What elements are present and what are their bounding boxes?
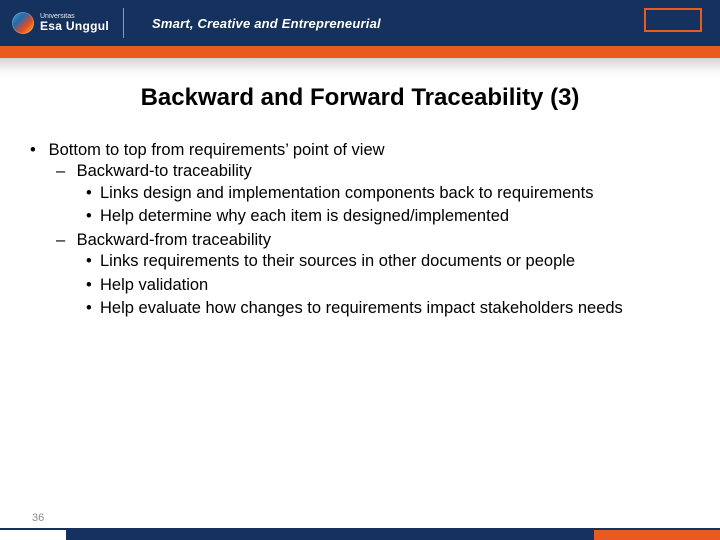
- bullet-l3-text: Links requirements to their sources in o…: [100, 252, 575, 270]
- logo-name-label: Esa Unggul: [40, 20, 109, 33]
- logo-text: Universitas Esa Unggul: [40, 13, 109, 33]
- slide-footer: [0, 528, 720, 540]
- page-number: 36: [32, 512, 44, 524]
- bullet-l3: Help evaluate how changes to requirement…: [100, 298, 696, 319]
- footer-bar-left: [0, 530, 66, 540]
- bullet-l3: Help determine why each item is designed…: [100, 206, 696, 227]
- header-shadow: [0, 58, 720, 78]
- bullet-l3-text: Help evaluate how changes to requirement…: [100, 299, 623, 317]
- bullet-l3: Help validation: [100, 275, 696, 296]
- bullet-l2-text: Backward-from traceability: [77, 231, 271, 249]
- header-tagline: Smart, Creative and Entrepreneurial: [152, 16, 381, 31]
- bullet-l3-text: Help validation: [100, 276, 208, 294]
- footer-bar: [0, 530, 720, 540]
- bullet-l1-text: Bottom to top from requirements’ point o…: [49, 141, 385, 159]
- logo-block: Universitas Esa Unggul: [0, 0, 138, 46]
- bullet-l2-text: Backward-to traceability: [77, 162, 252, 180]
- slide-content: Bottom to top from requirements’ point o…: [0, 140, 720, 320]
- footer-bar-right: [594, 530, 720, 540]
- logo-icon: [12, 12, 34, 34]
- slide-title: Backward and Forward Traceability (3): [0, 84, 720, 112]
- bullet-l2: Backward-from traceability Links require…: [72, 230, 696, 320]
- header-accent-box: [644, 8, 702, 32]
- logo-university-label: Universitas: [40, 13, 109, 20]
- bullet-l1: Bottom to top from requirements’ point o…: [44, 140, 696, 320]
- footer-bar-mid: [66, 530, 594, 540]
- logo-divider: [123, 8, 124, 38]
- bullet-l3-text: Links design and implementation componen…: [100, 184, 593, 202]
- header-orange-band: [0, 46, 720, 58]
- bullet-l3-text: Help determine why each item is designed…: [100, 207, 509, 225]
- bullet-l3: Links design and implementation componen…: [100, 183, 696, 204]
- bullet-l3: Links requirements to their sources in o…: [100, 251, 696, 272]
- slide-header: Universitas Esa Unggul Smart, Creative a…: [0, 0, 720, 46]
- bullet-l2: Backward-to traceability Links design an…: [72, 161, 696, 227]
